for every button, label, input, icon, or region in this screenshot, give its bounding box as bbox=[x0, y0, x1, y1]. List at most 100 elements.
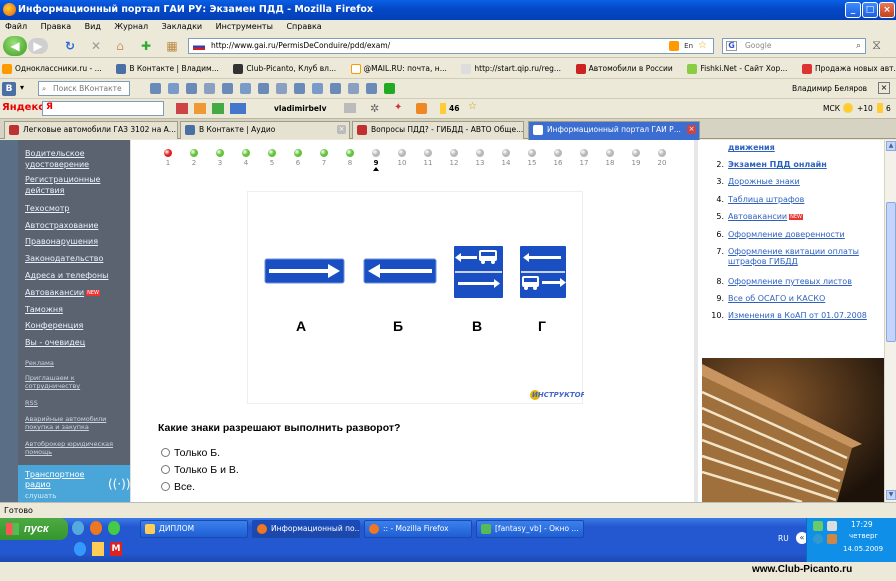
right-list-item-10[interactable]: 10. Изменения в КоАП от 01.07.2008 bbox=[708, 311, 878, 321]
sidebar-item-registration[interactable]: Регистрационные действия bbox=[25, 174, 127, 196]
sidebar-item-witness[interactable]: Вы - очевидец bbox=[25, 337, 127, 348]
right-list-item-1[interactable]: движения bbox=[708, 143, 878, 153]
scroll-thumb[interactable] bbox=[886, 202, 896, 342]
friends-icon[interactable] bbox=[186, 83, 197, 94]
sidebar-item-addresses[interactable]: Адреса и телефоны bbox=[25, 270, 127, 281]
vk-logo-icon[interactable]: B bbox=[2, 82, 16, 96]
search-input[interactable]: G Google ⌕ bbox=[722, 38, 866, 54]
radio-button[interactable] bbox=[161, 482, 170, 491]
quicklaunch-firefox-icon[interactable] bbox=[90, 521, 102, 535]
answer-option-1[interactable]: Только Б. bbox=[161, 447, 220, 459]
menu-history[interactable]: Журнал bbox=[114, 20, 148, 34]
question-number[interactable]: 15 bbox=[525, 159, 539, 167]
page-scrollbar[interactable]: ▲ ▼ bbox=[884, 140, 896, 502]
question-dot[interactable] bbox=[242, 149, 250, 157]
quicklaunch-globe-icon[interactable] bbox=[74, 542, 86, 556]
runner-icon[interactable]: ✦ bbox=[394, 102, 402, 113]
cake-advertisement-image[interactable] bbox=[702, 358, 884, 502]
question-number[interactable]: 14 bbox=[499, 159, 513, 167]
envelope-icon[interactable] bbox=[416, 103, 427, 114]
sidebar-link-autobroker[interactable]: Автоброкер юридическая помощь bbox=[25, 440, 127, 456]
yandex-logo[interactable]: Яндекс bbox=[2, 102, 44, 113]
right-list-item-4[interactable]: 4. Таблица штрафов bbox=[708, 195, 878, 205]
question-dot[interactable] bbox=[424, 149, 432, 157]
maximize-button[interactable]: □ bbox=[862, 2, 878, 18]
right-list-item-9[interactable]: 9. Все об ОСАГО и КАСКО bbox=[708, 294, 878, 304]
sidebar-link-rss[interactable]: RSS bbox=[25, 399, 127, 407]
sidebar-item-license[interactable]: Водительское удостоверение bbox=[25, 148, 127, 170]
clock-time[interactable]: 17:29 bbox=[851, 520, 873, 529]
menu-bookmarks[interactable]: Закладки bbox=[162, 20, 202, 34]
question-dot[interactable] bbox=[658, 149, 666, 157]
bookmark-auto-russia[interactable]: Автомобили в России bbox=[574, 59, 673, 78]
tab-close-icon[interactable]: × bbox=[337, 125, 346, 134]
antivirus-icon[interactable] bbox=[813, 534, 823, 544]
tab-gaz-3102[interactable]: Легковые автомобили ГАЗ 3102 на А... bbox=[4, 121, 178, 139]
home-icon[interactable] bbox=[150, 83, 161, 94]
bookmark-club-picanto[interactable]: Club-Picanto, Клуб вл... bbox=[231, 59, 336, 78]
question-number[interactable]: 12 bbox=[447, 159, 461, 167]
question-number[interactable]: 19 bbox=[629, 159, 643, 167]
forward-button[interactable]: ▶ bbox=[28, 38, 48, 54]
network-icon[interactable] bbox=[813, 521, 823, 531]
question-number[interactable]: 1 bbox=[161, 159, 175, 167]
qip-icon[interactable] bbox=[827, 534, 837, 544]
right-list-item-2[interactable]: 2. Экзамен ПДД онлайн bbox=[708, 160, 878, 170]
news-icon[interactable] bbox=[330, 83, 341, 94]
question-dot[interactable] bbox=[294, 149, 302, 157]
radio-button[interactable] bbox=[161, 465, 170, 474]
user-icon[interactable] bbox=[168, 83, 179, 94]
sidebar-item-inspection[interactable]: Техосмотр bbox=[25, 203, 127, 214]
question-dot[interactable] bbox=[216, 149, 224, 157]
bookmark-mailru[interactable]: @MAIL.RU: почта, н... bbox=[349, 59, 447, 78]
photo-icon[interactable] bbox=[204, 83, 215, 94]
start-button[interactable]: пуск bbox=[0, 518, 68, 540]
yandex-user[interactable]: vladimirbelv bbox=[274, 104, 326, 113]
question-dot[interactable] bbox=[164, 149, 172, 157]
tab-gai-portal[interactable]: Информационный портал ГАИ Р... × bbox=[528, 121, 700, 140]
menu-help[interactable]: Справка bbox=[286, 20, 321, 34]
answer-option-2[interactable]: Только Б и В. bbox=[161, 464, 239, 476]
menu-edit[interactable]: Правка bbox=[41, 20, 71, 34]
bookmark-odnoklassniki[interactable]: Одноклассники.ru - ... bbox=[0, 59, 102, 78]
transport-radio-widget[interactable]: Транспортное радио слушать ((·)) bbox=[18, 465, 131, 502]
mail-count[interactable]: 46 bbox=[449, 104, 459, 113]
question-number[interactable]: 13 bbox=[473, 159, 487, 167]
quicklaunch-ie-icon[interactable] bbox=[108, 521, 120, 535]
menu-view[interactable]: Вид bbox=[85, 20, 101, 34]
question-number[interactable]: 2 bbox=[187, 159, 201, 167]
right-list-item-3[interactable]: 3. Дорожные знаки bbox=[708, 177, 878, 187]
question-number[interactable]: 3 bbox=[213, 159, 227, 167]
task-fantasy-vb[interactable]: [fantasy_vb] - Окно ... bbox=[476, 520, 584, 538]
question-number[interactable]: 16 bbox=[551, 159, 565, 167]
sidebar-item-customs[interactable]: Таможня bbox=[25, 304, 127, 315]
right-list-item-5[interactable]: 5. Автовакансии NEW bbox=[708, 212, 878, 222]
sidebar-link-cooperation[interactable]: Приглашаем к сотрудничеству bbox=[25, 374, 127, 390]
question-dot[interactable] bbox=[580, 149, 588, 157]
quicklaunch-metro-icon[interactable]: M bbox=[110, 542, 122, 556]
apps-icon[interactable] bbox=[366, 83, 377, 94]
question-dot[interactable] bbox=[554, 149, 562, 157]
menu-tools[interactable]: Инструменты bbox=[216, 20, 273, 34]
task-diplom[interactable]: ДИПЛОМ bbox=[140, 520, 248, 538]
menu-file[interactable]: Файл bbox=[5, 20, 27, 34]
tab-vk-audio[interactable]: В Контакте | Аудио × bbox=[180, 121, 350, 139]
question-dot[interactable] bbox=[528, 149, 536, 157]
close-button[interactable]: × bbox=[879, 2, 895, 18]
right-list-item-8[interactable]: 8. Оформление путевых листов bbox=[708, 277, 878, 287]
comment-icon[interactable] bbox=[312, 83, 323, 94]
radio-button[interactable] bbox=[161, 448, 170, 457]
question-number[interactable]: 11 bbox=[421, 159, 435, 167]
question-dot[interactable] bbox=[190, 149, 198, 157]
question-number[interactable]: 6 bbox=[291, 159, 305, 167]
addon-icon[interactable]: ⧖ bbox=[872, 38, 890, 54]
answer-option-3[interactable]: Все. bbox=[161, 481, 195, 493]
group-icon[interactable] bbox=[258, 83, 269, 94]
gear-icon[interactable]: ✲ bbox=[370, 102, 379, 115]
bookmark-qip[interactable]: http://start.qip.ru/reg... bbox=[459, 59, 561, 78]
sidebar-item-insurance[interactable]: Автострахование bbox=[25, 220, 127, 231]
star-icon[interactable]: ☆ bbox=[468, 101, 477, 112]
sidebar-link-damaged-cars[interactable]: Аварийные автомобили покупка и закупка bbox=[25, 415, 127, 431]
yandex-buttons-icons[interactable] bbox=[176, 103, 246, 114]
question-number[interactable]: 8 bbox=[343, 159, 357, 167]
